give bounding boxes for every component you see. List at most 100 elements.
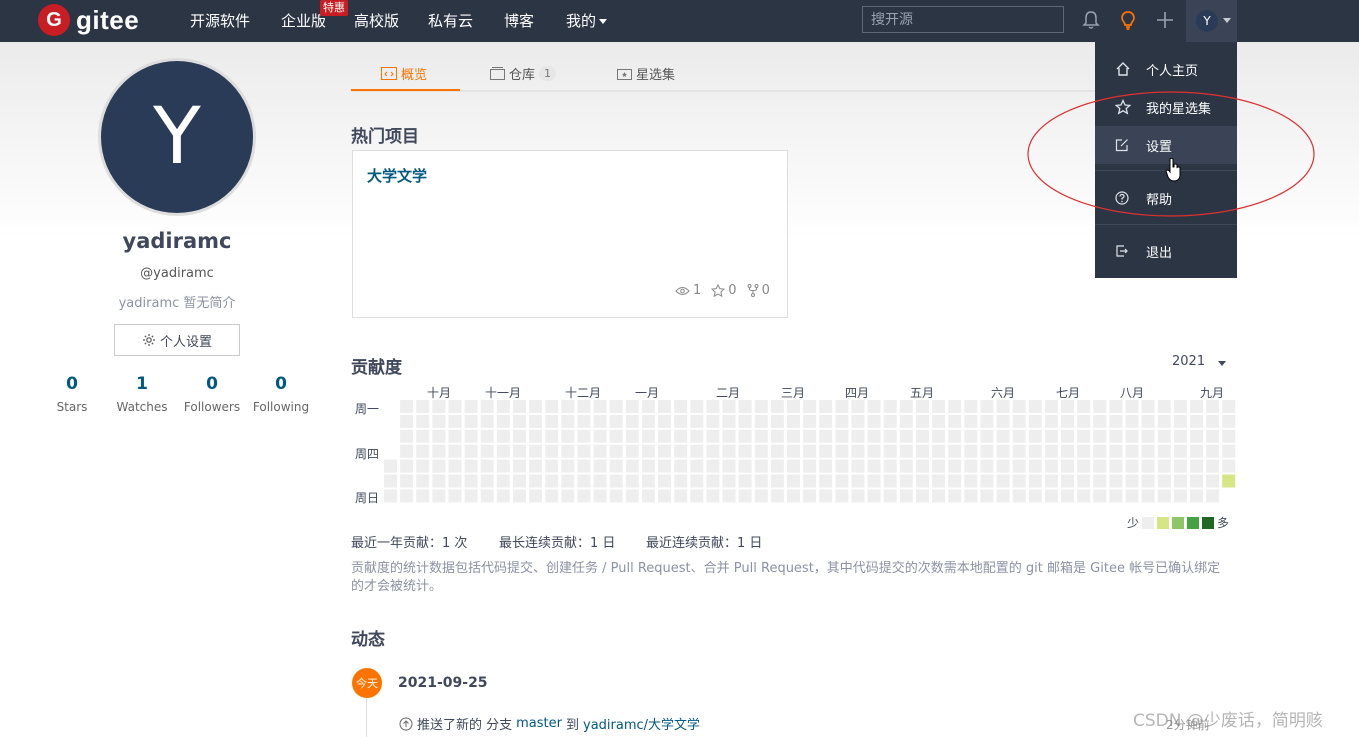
heatmap-day-cell[interactable] <box>625 414 639 428</box>
heatmap-day-cell[interactable] <box>593 489 607 503</box>
heatmap-day-cell[interactable] <box>932 489 946 503</box>
heatmap-day-cell[interactable] <box>1173 400 1187 413</box>
heatmap-day-cell[interactable] <box>1141 414 1155 428</box>
search-input[interactable] <box>862 6 1064 33</box>
heatmap-day-cell[interactable] <box>980 459 994 473</box>
heatmap-day-cell[interactable] <box>561 459 575 473</box>
heatmap-day-cell[interactable] <box>577 414 591 428</box>
heatmap-day-cell[interactable] <box>609 414 623 428</box>
heatmap-day-cell[interactable] <box>529 400 543 413</box>
heatmap-day-cell[interactable] <box>464 459 478 473</box>
heatmap-day-cell[interactable] <box>625 400 639 413</box>
heatmap-day-cell[interactable] <box>545 489 559 503</box>
heatmap-day-cell[interactable] <box>1206 444 1220 458</box>
heatmap-day-cell[interactable] <box>690 444 704 458</box>
heatmap-day-cell[interactable] <box>738 414 752 428</box>
heatmap-day-cell[interactable] <box>1157 400 1171 413</box>
heatmap-day-cell[interactable] <box>964 414 978 428</box>
nav-education[interactable]: 高校版 <box>354 10 399 31</box>
heatmap-day-cell[interactable] <box>1044 489 1058 503</box>
heatmap-day-cell[interactable] <box>690 400 704 413</box>
heatmap-day-cell[interactable] <box>996 429 1010 443</box>
heatmap-day-cell[interactable] <box>529 474 543 488</box>
heatmap-day-cell[interactable] <box>1125 414 1139 428</box>
heatmap-day-cell[interactable] <box>496 400 510 413</box>
heatmap-day-cell[interactable] <box>1173 414 1187 428</box>
heatmap-day-cell[interactable] <box>464 489 478 503</box>
heatmap-day-cell[interactable] <box>851 429 865 443</box>
heatmap-day-cell[interactable] <box>787 474 800 488</box>
bell-icon[interactable] <box>1080 9 1102 31</box>
personal-settings-button[interactable]: 个人设置 <box>114 324 240 356</box>
heatmap-day-cell[interactable] <box>787 429 800 443</box>
heatmap-day-cell[interactable] <box>706 444 720 458</box>
heatmap-day-cell[interactable] <box>641 429 655 443</box>
heatmap-day-cell[interactable] <box>416 429 430 443</box>
heatmap-day-cell[interactable] <box>545 414 559 428</box>
heatmap-day-cell[interactable] <box>1157 474 1171 488</box>
heatmap-day-cell[interactable] <box>770 489 784 503</box>
heatmap-day-cell[interactable] <box>706 400 720 413</box>
heatmap-day-cell[interactable] <box>899 474 913 488</box>
stat-followers[interactable]: 0 Followers <box>177 374 247 414</box>
heatmap-day-cell[interactable] <box>980 414 994 428</box>
heatmap-day-cell[interactable] <box>1222 444 1236 458</box>
heatmap-day-cell[interactable] <box>529 489 543 503</box>
heatmap-day-cell[interactable] <box>1061 474 1074 488</box>
heatmap-day-cell[interactable] <box>400 429 414 443</box>
heatmap-day-cell[interactable] <box>641 444 655 458</box>
heatmap-day-cell[interactable] <box>1206 489 1220 503</box>
heatmap-day-cell[interactable] <box>1012 489 1026 503</box>
heatmap-day-cell[interactable] <box>1141 459 1155 473</box>
heatmap-day-cell[interactable] <box>722 429 736 443</box>
heatmap-day-cell[interactable] <box>770 429 784 443</box>
heatmap-day-cell[interactable] <box>980 429 994 443</box>
heatmap-day-cell[interactable] <box>1222 400 1236 413</box>
tab-repositories[interactable]: 仓库 1 <box>490 64 557 83</box>
heatmap-day-cell[interactable] <box>1157 444 1171 458</box>
heatmap-day-cell[interactable] <box>609 444 623 458</box>
heatmap-day-cell[interactable] <box>496 489 510 503</box>
heatmap-day-cell[interactable] <box>1141 489 1155 503</box>
heatmap-day-cell[interactable] <box>400 459 414 473</box>
heatmap-day-cell[interactable] <box>722 400 736 413</box>
heatmap-day-cell[interactable] <box>883 489 897 503</box>
heatmap-day-cell[interactable] <box>658 400 671 413</box>
heatmap-day-cell[interactable] <box>432 459 446 473</box>
heatmap-day-cell[interactable] <box>609 489 623 503</box>
heatmap-day-cell[interactable] <box>754 414 768 428</box>
heatmap-day-cell[interactable] <box>819 429 833 443</box>
menu-item-logout[interactable]: 退出 <box>1095 232 1237 270</box>
year-selector[interactable]: 2021 <box>1172 354 1205 369</box>
heatmap-day-cell[interactable] <box>1109 474 1123 488</box>
heatmap-day-cell[interactable] <box>1028 400 1042 413</box>
heatmap-day-cell[interactable] <box>1012 400 1026 413</box>
heatmap-day-cell[interactable] <box>1028 474 1042 488</box>
heatmap-day-cell[interactable] <box>964 459 978 473</box>
heatmap-day-cell[interactable] <box>803 459 817 473</box>
heatmap-day-cell[interactable] <box>593 474 607 488</box>
heatmap-day-cell[interactable] <box>1125 459 1139 473</box>
heatmap-day-cell[interactable] <box>754 429 768 443</box>
heatmap-day-cell[interactable] <box>964 444 978 458</box>
heatmap-day-cell[interactable] <box>1044 400 1058 413</box>
heatmap-day-cell[interactable] <box>1044 414 1058 428</box>
heatmap-day-cell[interactable] <box>1109 400 1123 413</box>
heatmap-day-cell[interactable] <box>1141 444 1155 458</box>
heatmap-day-cell[interactable] <box>948 400 962 413</box>
heatmap-day-cell[interactable] <box>1141 400 1155 413</box>
heatmap-day-cell[interactable] <box>916 400 929 413</box>
heatmap-day-cell[interactable] <box>1044 474 1058 488</box>
heatmap-day-cell[interactable] <box>754 459 768 473</box>
gitee-logo[interactable]: G gitee <box>38 4 139 36</box>
repo-link[interactable]: yadiramc/大学文学 <box>583 714 700 733</box>
heatmap-day-cell[interactable] <box>496 474 510 488</box>
heatmap-day-cell[interactable] <box>1028 459 1042 473</box>
heatmap-day-cell[interactable] <box>835 444 849 458</box>
heatmap-day-cell[interactable] <box>819 414 833 428</box>
heatmap-day-cell[interactable] <box>1190 414 1203 428</box>
heatmap-day-cell[interactable] <box>1109 414 1123 428</box>
heatmap-day-cell[interactable] <box>416 444 430 458</box>
heatmap-day-cell[interactable] <box>883 400 897 413</box>
heatmap-day-cell[interactable] <box>899 429 913 443</box>
